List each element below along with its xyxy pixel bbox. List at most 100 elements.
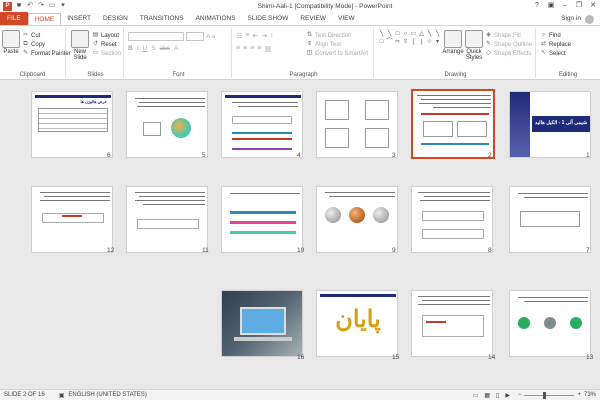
shape-line-icon[interactable]: ╲ <box>386 31 393 38</box>
language-indicator[interactable]: ENGLISH (UNITED STATES) <box>68 392 146 398</box>
font-size-field[interactable] <box>186 32 204 41</box>
close-button[interactable]: ✕ <box>586 0 600 12</box>
line-spacing-icon[interactable]: ↕ <box>270 32 274 40</box>
avatar[interactable] <box>585 14 594 24</box>
font-shrink-icon[interactable]: a <box>212 32 215 41</box>
layout-button[interactable]: ▤ Layout <box>92 31 121 40</box>
shape-outline-button[interactable]: ✎ Shape Outline <box>485 40 532 49</box>
slide-thumbnail-16[interactable] <box>221 290 303 357</box>
tab-design[interactable]: DESIGN <box>97 13 134 25</box>
zoom-slider-knob[interactable] <box>542 391 546 399</box>
new-slide-button[interactable]: New Slide <box>70 30 90 61</box>
tab-review[interactable]: REVIEW <box>294 13 332 25</box>
shadow-icon[interactable]: S <box>151 45 155 52</box>
slide-thumbnail-2[interactable] <box>411 89 495 159</box>
sign-in[interactable]: Sign in <box>561 13 600 25</box>
slide-thumbnail-11[interactable] <box>126 186 208 253</box>
slideshow-view-icon[interactable]: ▶ <box>505 392 510 399</box>
decrease-indent-icon[interactable]: ⇤ <box>252 32 258 40</box>
reading-view-icon[interactable]: ▯ <box>496 392 499 399</box>
align-left-icon[interactable]: ≡ <box>236 45 240 53</box>
redo-icon[interactable]: ↷ <box>37 2 45 10</box>
shape-line-icon[interactable]: ╲ <box>426 31 433 38</box>
bullets-icon[interactable]: ☰ <box>236 32 242 40</box>
slide-thumbnail-13[interactable] <box>509 290 591 357</box>
tab-file[interactable]: FILE <box>0 12 28 25</box>
replace-button[interactable]: ⇄ Replace <box>540 40 571 49</box>
slide-counter[interactable]: SLIDE 2 OF 16 <box>4 392 45 398</box>
shape-fill-button[interactable]: ◈ Shape Fill <box>485 31 532 40</box>
start-slideshow-icon[interactable]: ▭ <box>48 2 56 10</box>
tab-animations[interactable]: ANIMATIONS <box>190 13 242 25</box>
shape-brace-icon[interactable]: } <box>418 39 425 46</box>
slide-sorter-view-icon[interactable]: ▦ <box>484 392 490 399</box>
cut-button[interactable]: ✂ Cut <box>22 31 71 40</box>
paste-button[interactable]: Paste <box>2 30 20 55</box>
quick-styles-button[interactable]: Quick Styles <box>464 30 484 61</box>
tab-insert[interactable]: INSERT <box>61 13 97 25</box>
copy-button[interactable]: ⧉ Copy <box>22 40 71 49</box>
zoom-control[interactable]: − + 73% <box>518 391 596 399</box>
align-text-button[interactable]: ⇕ Align Text <box>306 40 368 49</box>
shape-rectangle-icon[interactable]: ▭ <box>410 31 417 38</box>
slide-thumbnail-7[interactable] <box>509 186 591 253</box>
select-button[interactable]: ↖ Select <box>540 49 571 58</box>
shape-oval-icon[interactable]: ○ <box>402 31 409 38</box>
section-button[interactable]: ▭ Section <box>92 49 121 58</box>
find-button[interactable]: ⌕ Find <box>540 31 571 40</box>
font-color-icon[interactable]: A <box>174 45 178 52</box>
shape-line-icon[interactable]: ╲ <box>434 31 441 38</box>
undo-icon[interactable]: ↶ <box>26 2 34 10</box>
font-name-field[interactable] <box>128 32 184 41</box>
slide-thumbnail-8[interactable] <box>411 186 493 253</box>
zoom-level[interactable]: 73% <box>584 392 596 398</box>
slide-thumbnail-4[interactable] <box>221 91 303 158</box>
ribbon-display-button[interactable]: ▣ <box>544 0 558 12</box>
shape-more-icon[interactable]: ▾ <box>434 39 441 46</box>
italic-icon[interactable]: I <box>137 45 139 52</box>
align-right-icon[interactable]: ≡ <box>250 45 254 53</box>
slide-thumbnail-12[interactable] <box>31 186 113 253</box>
shape-rectangle-icon[interactable]: □ <box>394 31 401 38</box>
tab-slide-show[interactable]: SLIDE SHOW <box>242 13 295 25</box>
save-icon[interactable]: ■ <box>15 2 23 10</box>
tab-home[interactable]: HOME <box>27 13 62 25</box>
format-painter-button[interactable]: ✎ Format Painter <box>22 49 71 58</box>
shape-brace-icon[interactable]: { <box>410 39 417 46</box>
shapes-gallery[interactable]: ╲ ╲ □ ○ ▭ △ ╲ ╲ □ ⌒ ⇨ ⇧ { } ☆ ▾ <box>378 31 440 61</box>
tab-transitions[interactable]: TRANSITIONS <box>134 13 190 25</box>
help-button[interactable]: ? <box>530 0 544 12</box>
font-grow-icon[interactable]: A <box>206 32 210 41</box>
justify-icon[interactable]: ≡ <box>257 45 261 53</box>
sign-in-label[interactable]: Sign in <box>561 13 581 25</box>
slide-thumbnail-3[interactable] <box>316 91 398 158</box>
slide-thumbnail-10[interactable] <box>221 186 303 253</box>
numbering-icon[interactable]: ≡ <box>245 32 249 40</box>
shape-star-icon[interactable]: ☆ <box>426 39 433 46</box>
bold-icon[interactable]: B <box>128 45 133 52</box>
zoom-out-button[interactable]: − <box>518 392 522 398</box>
slide-thumbnail-1[interactable]: شیمی آلی 1 - الکیل هالید <box>509 91 591 158</box>
tab-view[interactable]: VIEW <box>332 13 361 25</box>
shape-arrow-icon[interactable]: ⇨ <box>394 39 401 46</box>
columns-icon[interactable]: ▥ <box>264 45 271 53</box>
slide-thumbnail-14[interactable] <box>411 290 493 357</box>
shape-line-icon[interactable]: ╲ <box>378 31 385 38</box>
strikethrough-icon[interactable]: abc <box>160 45 170 52</box>
slide-thumbnail-5[interactable] <box>126 91 208 158</box>
shape-triangle-icon[interactable]: △ <box>418 31 425 38</box>
text-direction-button[interactable]: ⇅ Text Direction <box>306 31 368 40</box>
shape-arrow-icon[interactable]: ⇧ <box>402 39 409 46</box>
restore-button[interactable]: ❐ <box>572 0 586 12</box>
shape-curve-icon[interactable]: ⌒ <box>386 39 393 46</box>
slide-sorter[interactable]: شیمی آلی 1 - الکیل هالید 1 2 3 4 5 عرض ه… <box>0 80 600 389</box>
normal-view-icon[interactable]: ▭ <box>473 392 479 399</box>
underline-icon[interactable]: U <box>143 45 148 52</box>
zoom-slider[interactable] <box>524 391 575 399</box>
increase-indent-icon[interactable]: ⇥ <box>261 32 267 40</box>
slide-thumbnail-15[interactable]: پایان <box>316 290 398 357</box>
arrange-button[interactable]: Arrange <box>442 30 464 55</box>
slide-thumbnail-9[interactable] <box>316 186 398 253</box>
spelling-icon[interactable]: ▣ <box>59 392 65 399</box>
shape-effects-button[interactable]: ◇ Shape Effects <box>485 49 532 58</box>
